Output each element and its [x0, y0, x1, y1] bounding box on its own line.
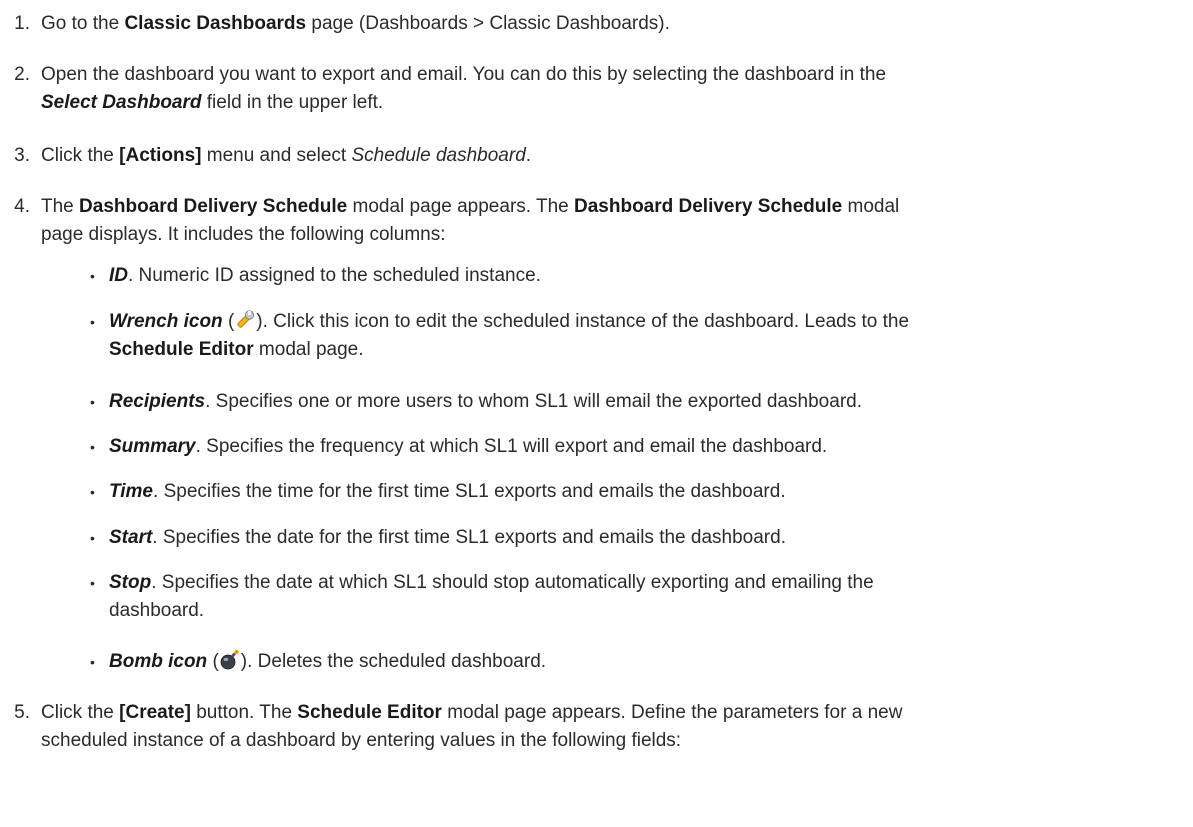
step-text: Open the dashboard you want to export an… — [41, 64, 887, 85]
step-text: page displays. It includes the following… — [41, 224, 446, 245]
column-description: . Specifies the date for the first time … — [152, 527, 786, 548]
step-text: page (Dashboards > Classic Dashboards). — [306, 13, 670, 34]
column-description: . Specifies one or more users to whom SL… — [205, 391, 862, 412]
wrench-icon — [234, 309, 256, 331]
bullet-point: • — [90, 654, 95, 670]
paren-open: ( — [207, 651, 219, 672]
step-text: . — [525, 145, 532, 166]
step-text: scheduled instance of a dashboard by ent… — [41, 730, 682, 751]
bullet-point: • — [90, 394, 95, 410]
bullet-point: • — [90, 575, 95, 591]
column-term: Wrench icon — [109, 311, 223, 332]
button-name: [Create] — [119, 702, 191, 723]
step-text: modal page appears. Define the parameter… — [441, 702, 903, 723]
column-term: Start — [109, 527, 153, 548]
column-description: ). Deletes the scheduled dashboard. — [240, 651, 547, 672]
bullet-point: • — [90, 268, 95, 284]
bullet-point: • — [90, 484, 95, 500]
bullet-point: • — [90, 314, 95, 330]
modal-name: Dashboard Delivery Schedule — [79, 196, 348, 217]
column-description: . Specifies the date at which SL1 should… — [151, 572, 874, 593]
step-text: modal page appears. The — [347, 196, 574, 217]
column-description: . Numeric ID assigned to the scheduled i… — [128, 265, 541, 286]
paren-open: ( — [222, 311, 235, 332]
step-number: 2. — [14, 64, 30, 85]
step-text: Click the — [41, 145, 120, 166]
bomb-icon — [219, 649, 241, 671]
step-text: button. The — [190, 702, 298, 723]
column-description: . Specifies the frequency at which SL1 w… — [195, 436, 828, 457]
step-text: The — [41, 196, 80, 217]
menu-name: [Actions] — [119, 145, 202, 166]
modal-name: Dashboard Delivery Schedule — [574, 196, 843, 217]
field-name: Select Dashboard — [41, 92, 202, 113]
step-text: field in the upper left. — [201, 92, 384, 113]
menu-option: Schedule dashboard — [351, 145, 526, 166]
modal-name: Schedule Editor — [109, 339, 254, 360]
step-text: Click the — [41, 702, 120, 723]
step-number: 3. — [14, 145, 30, 166]
step-number: 5. — [14, 702, 30, 723]
column-description: modal page. — [253, 339, 364, 360]
column-description: ). Click this icon to edit the scheduled… — [256, 311, 910, 332]
bullet-point: • — [90, 530, 95, 546]
step-number: 4. — [14, 196, 30, 217]
document-page: 1. Go to the Classic Dashboards page (Da… — [0, 0, 1193, 827]
page-name: Classic Dashboards — [124, 13, 307, 34]
step-text: Go to the — [41, 13, 125, 34]
modal-name: Schedule Editor — [297, 702, 442, 723]
column-term: Recipients — [109, 391, 206, 412]
column-term: Time — [109, 481, 154, 502]
column-description: . Specifies the time for the first time … — [153, 481, 786, 502]
column-description: dashboard. — [109, 600, 205, 621]
step-text: menu and select — [201, 145, 352, 166]
bullet-point: • — [90, 439, 95, 455]
step-number: 1. — [14, 13, 30, 34]
step-text: modal — [842, 196, 900, 217]
column-term: Bomb icon — [109, 651, 208, 672]
column-term: ID — [109, 265, 128, 286]
column-term: Stop — [109, 572, 152, 593]
column-term: Summary — [109, 436, 196, 457]
